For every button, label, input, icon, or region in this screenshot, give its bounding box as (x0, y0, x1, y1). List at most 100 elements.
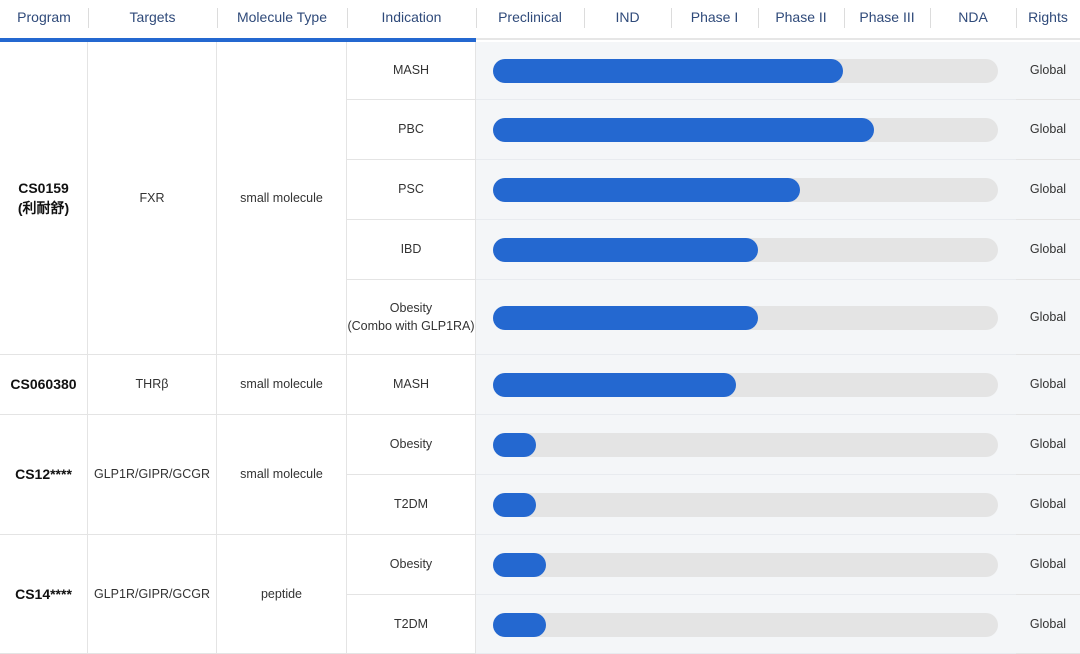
progress-track (493, 118, 998, 142)
progress-bar-fill (493, 118, 874, 142)
table-header: Program Targets Molecule Type Indication Pre… (0, 0, 1080, 34)
header-separator (88, 8, 89, 28)
program-name-cell: CS060380 (0, 355, 88, 415)
progress-bar-fill (493, 553, 546, 577)
program-name: CS14**** (15, 585, 72, 602)
header-preclinical: Preclinical (498, 9, 562, 25)
progress-row (476, 220, 1016, 280)
molecule-type-cell: peptide (217, 535, 347, 654)
progress-track (493, 178, 998, 202)
header-separator (671, 8, 672, 28)
header-separator (930, 8, 931, 28)
indication-cell: Obesity (Combo with GLP1RA) (347, 280, 476, 355)
progress-track (493, 433, 998, 457)
header-separator (584, 8, 585, 28)
target-cell: FXR (88, 42, 217, 355)
program-name: CS060380 (10, 376, 77, 393)
progress-track (493, 493, 998, 517)
progress-track (493, 306, 998, 330)
program-name: CS0159 (18, 179, 69, 196)
progress-track (493, 613, 998, 637)
rights-cell: Global (1016, 280, 1080, 355)
target-cell: GLP1R/GIPR/GCGR (88, 535, 217, 654)
indication-cell: IBD (347, 220, 476, 280)
indication-cell: T2DM (347, 475, 476, 535)
progress-row (476, 595, 1016, 654)
progress-bar-fill (493, 238, 758, 262)
header-phase-1: Phase I (690, 9, 739, 25)
header-nda: NDA (958, 9, 988, 25)
indication-label: MASH (392, 377, 430, 392)
header-program: Program (17, 9, 71, 25)
rights-cell: Global (1016, 160, 1080, 220)
indication-label: IBD (400, 242, 422, 257)
program-name-cell: CS12**** (0, 415, 88, 535)
indication-cell: PSC (347, 160, 476, 220)
header-phase-2: Phase II (775, 9, 827, 25)
indication-cell: T2DM (347, 595, 476, 654)
rights-cell: Global (1016, 475, 1080, 535)
pipeline-table: CS0159 (利耐舒) FXR small molecule MASH Global PB… (0, 42, 1080, 654)
indication-label: T2DM (393, 497, 429, 512)
progress-bar-fill (493, 373, 736, 397)
target-cell: THRβ (88, 355, 217, 415)
program-name: CS12**** (15, 466, 72, 483)
indication-cell: PBC (347, 100, 476, 160)
indication-cell: Obesity (347, 535, 476, 595)
progress-row (476, 415, 1016, 475)
indication-label: PSC (398, 182, 424, 197)
header-targets: Targets (129, 9, 176, 25)
indication-cell: MASH (347, 42, 476, 100)
progress-bar-fill (493, 59, 843, 83)
rights-cell: Global (1016, 220, 1080, 280)
header-molecule-type: Molecule Type (236, 9, 327, 25)
progress-row (476, 42, 1016, 100)
indication-cell: MASH (347, 355, 476, 415)
molecule-type-cell: small molecule (217, 42, 347, 355)
header-separator (758, 8, 759, 28)
indication-label: Obesity (389, 437, 433, 452)
header-divider-rule (476, 38, 1080, 40)
header-ind: IND (615, 9, 640, 25)
indication-label: PBC (398, 122, 424, 137)
progress-track (493, 238, 998, 262)
indication-sublabel: (Combo with GLP1RA) (347, 319, 475, 333)
progress-track (493, 553, 998, 577)
progress-row (476, 535, 1016, 595)
indication-label: MASH (392, 63, 430, 78)
progress-track (493, 373, 998, 397)
header-separator (844, 8, 845, 28)
header-separator (476, 8, 477, 28)
header-separator (347, 8, 348, 28)
progress-bar-fill (493, 306, 758, 330)
header-separator (1016, 8, 1017, 28)
header-phase-3: Phase III (859, 9, 915, 25)
progress-bar-fill (493, 493, 536, 517)
progress-track (493, 59, 998, 83)
rights-cell: Global (1016, 595, 1080, 654)
target-cell: GLP1R/GIPR/GCGR (88, 415, 217, 535)
progress-row (476, 475, 1016, 535)
header-indication: Indication (381, 9, 442, 25)
rights-cell: Global (1016, 42, 1080, 100)
progress-row (476, 100, 1016, 160)
rights-cell: Global (1016, 415, 1080, 475)
program-name-cell: CS0159 (利耐舒) (0, 42, 88, 355)
molecule-type-cell: small molecule (217, 415, 347, 535)
progress-row (476, 160, 1016, 220)
indication-label: T2DM (393, 616, 429, 631)
progress-bar-fill (493, 178, 800, 202)
progress-bar-fill (493, 613, 546, 637)
program-chinese-name: (利耐舒) (17, 200, 70, 216)
indication-label: Obesity (389, 557, 433, 572)
rights-cell: Global (1016, 535, 1080, 595)
molecule-type-cell: small molecule (217, 355, 347, 415)
header-separator (217, 8, 218, 28)
rights-cell: Global (1016, 355, 1080, 415)
program-name-cell: CS14**** (0, 535, 88, 654)
progress-row (476, 280, 1016, 355)
progress-bar-fill (493, 433, 536, 457)
header-rights: Rights (1028, 9, 1068, 25)
rights-cell: Global (1016, 100, 1080, 160)
progress-row (476, 355, 1016, 415)
